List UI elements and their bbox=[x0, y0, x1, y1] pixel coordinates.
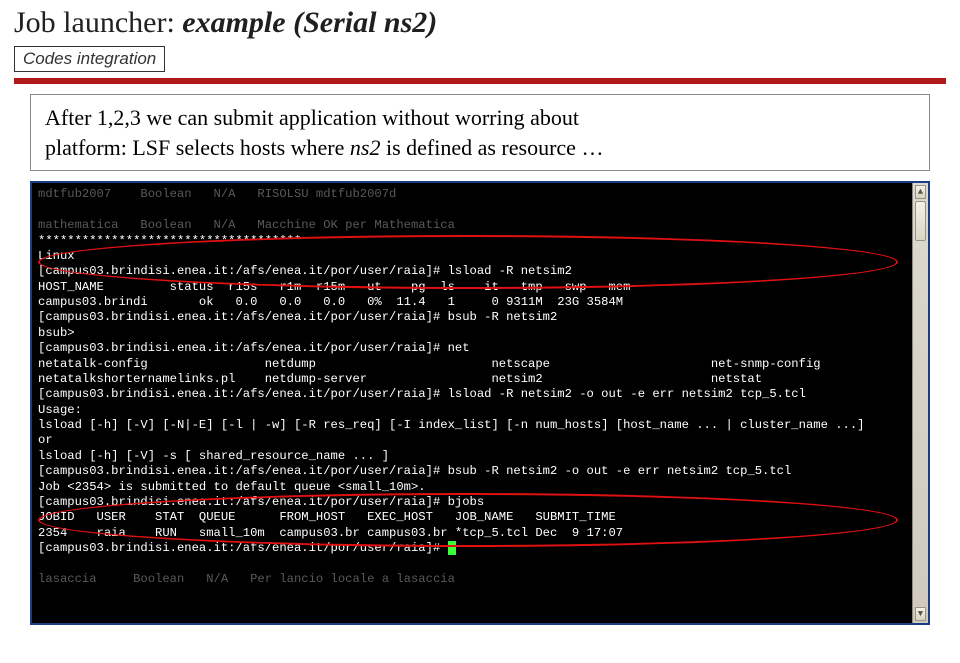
terminal-line: ************************************ bbox=[38, 234, 922, 249]
terminal-line: [campus03.brindisi.enea.it:/afs/enea.it/… bbox=[38, 495, 922, 510]
terminal-line: mdtfub2007 Boolean N/A RISOLSU mdtfub200… bbox=[38, 187, 922, 202]
terminal-line: HOST_NAME status r15s r1m r15m ut pg ls … bbox=[38, 280, 922, 295]
explain-line1: After 1,2,3 we can submit application wi… bbox=[45, 105, 579, 130]
terminal-line: or bbox=[38, 433, 922, 448]
terminal-line bbox=[38, 556, 922, 571]
terminal-line: lasaccia Boolean N/A Per lancio locale a… bbox=[38, 572, 922, 587]
terminal-output[interactable]: mdtfub2007 Boolean N/A RISOLSU mdtfub200… bbox=[32, 183, 928, 591]
terminal-line: 2354 raia RUN small_10m campus03.br camp… bbox=[38, 526, 922, 541]
title-emph: example (Serial ns2) bbox=[182, 6, 437, 39]
title-plain: Job launcher: bbox=[14, 6, 182, 39]
explain-line2a: platform: LSF selects hosts where bbox=[45, 135, 350, 160]
terminal-line bbox=[38, 203, 922, 218]
slide-subtitle: Codes integration bbox=[14, 46, 165, 72]
scroll-down-icon[interactable]: ▼ bbox=[915, 607, 926, 621]
terminal-line: campus03.brindi ok 0.0 0.0 0.0 0% 11.4 1… bbox=[38, 295, 922, 310]
scrollbar[interactable]: ▲ ▼ bbox=[912, 183, 928, 623]
terminal-line: lsload [-h] [-V] -s [ shared_resource_na… bbox=[38, 449, 922, 464]
terminal-line: [campus03.brindisi.enea.it:/afs/enea.it/… bbox=[38, 341, 922, 356]
divider-rule bbox=[14, 78, 946, 84]
terminal-line: [campus03.brindisi.enea.it:/afs/enea.it/… bbox=[38, 464, 922, 479]
terminal-line: netatalkshorternamelinks.pl netdump-serv… bbox=[38, 372, 922, 387]
terminal-line: [campus03.brindisi.enea.it:/afs/enea.it/… bbox=[38, 310, 922, 325]
terminal-line: mathematica Boolean N/A Macchine OK per … bbox=[38, 218, 922, 233]
scroll-thumb[interactable] bbox=[915, 201, 926, 241]
terminal-line: [campus03.brindisi.enea.it:/afs/enea.it/… bbox=[38, 264, 922, 279]
explain-line2b: is defined as resource … bbox=[380, 135, 603, 160]
terminal-line: [campus03.brindisi.enea.it:/afs/enea.it/… bbox=[38, 387, 922, 402]
terminal-line: bsub> bbox=[38, 326, 922, 341]
terminal-window: mdtfub2007 Boolean N/A RISOLSU mdtfub200… bbox=[30, 181, 930, 625]
terminal-line: lsload [-h] [-V] [-N|-E] [-l | -w] [-R r… bbox=[38, 418, 922, 433]
terminal-line: Linux bbox=[38, 249, 922, 264]
terminal-line: Job <2354> is submitted to default queue… bbox=[38, 480, 922, 495]
scroll-up-icon[interactable]: ▲ bbox=[915, 185, 926, 199]
explanation-box: After 1,2,3 we can submit application wi… bbox=[30, 94, 930, 171]
terminal-line: [campus03.brindisi.enea.it:/afs/enea.it/… bbox=[38, 541, 922, 556]
explain-ns2: ns2 bbox=[350, 135, 381, 160]
terminal-line: Usage: bbox=[38, 403, 922, 418]
terminal-line: JOBID USER STAT QUEUE FROM_HOST EXEC_HOS… bbox=[38, 510, 922, 525]
terminal-line: netatalk-config netdump netscape net-snm… bbox=[38, 357, 922, 372]
slide-title: Job launcher: example (Serial ns2) bbox=[0, 0, 960, 42]
cursor-icon bbox=[448, 541, 456, 555]
